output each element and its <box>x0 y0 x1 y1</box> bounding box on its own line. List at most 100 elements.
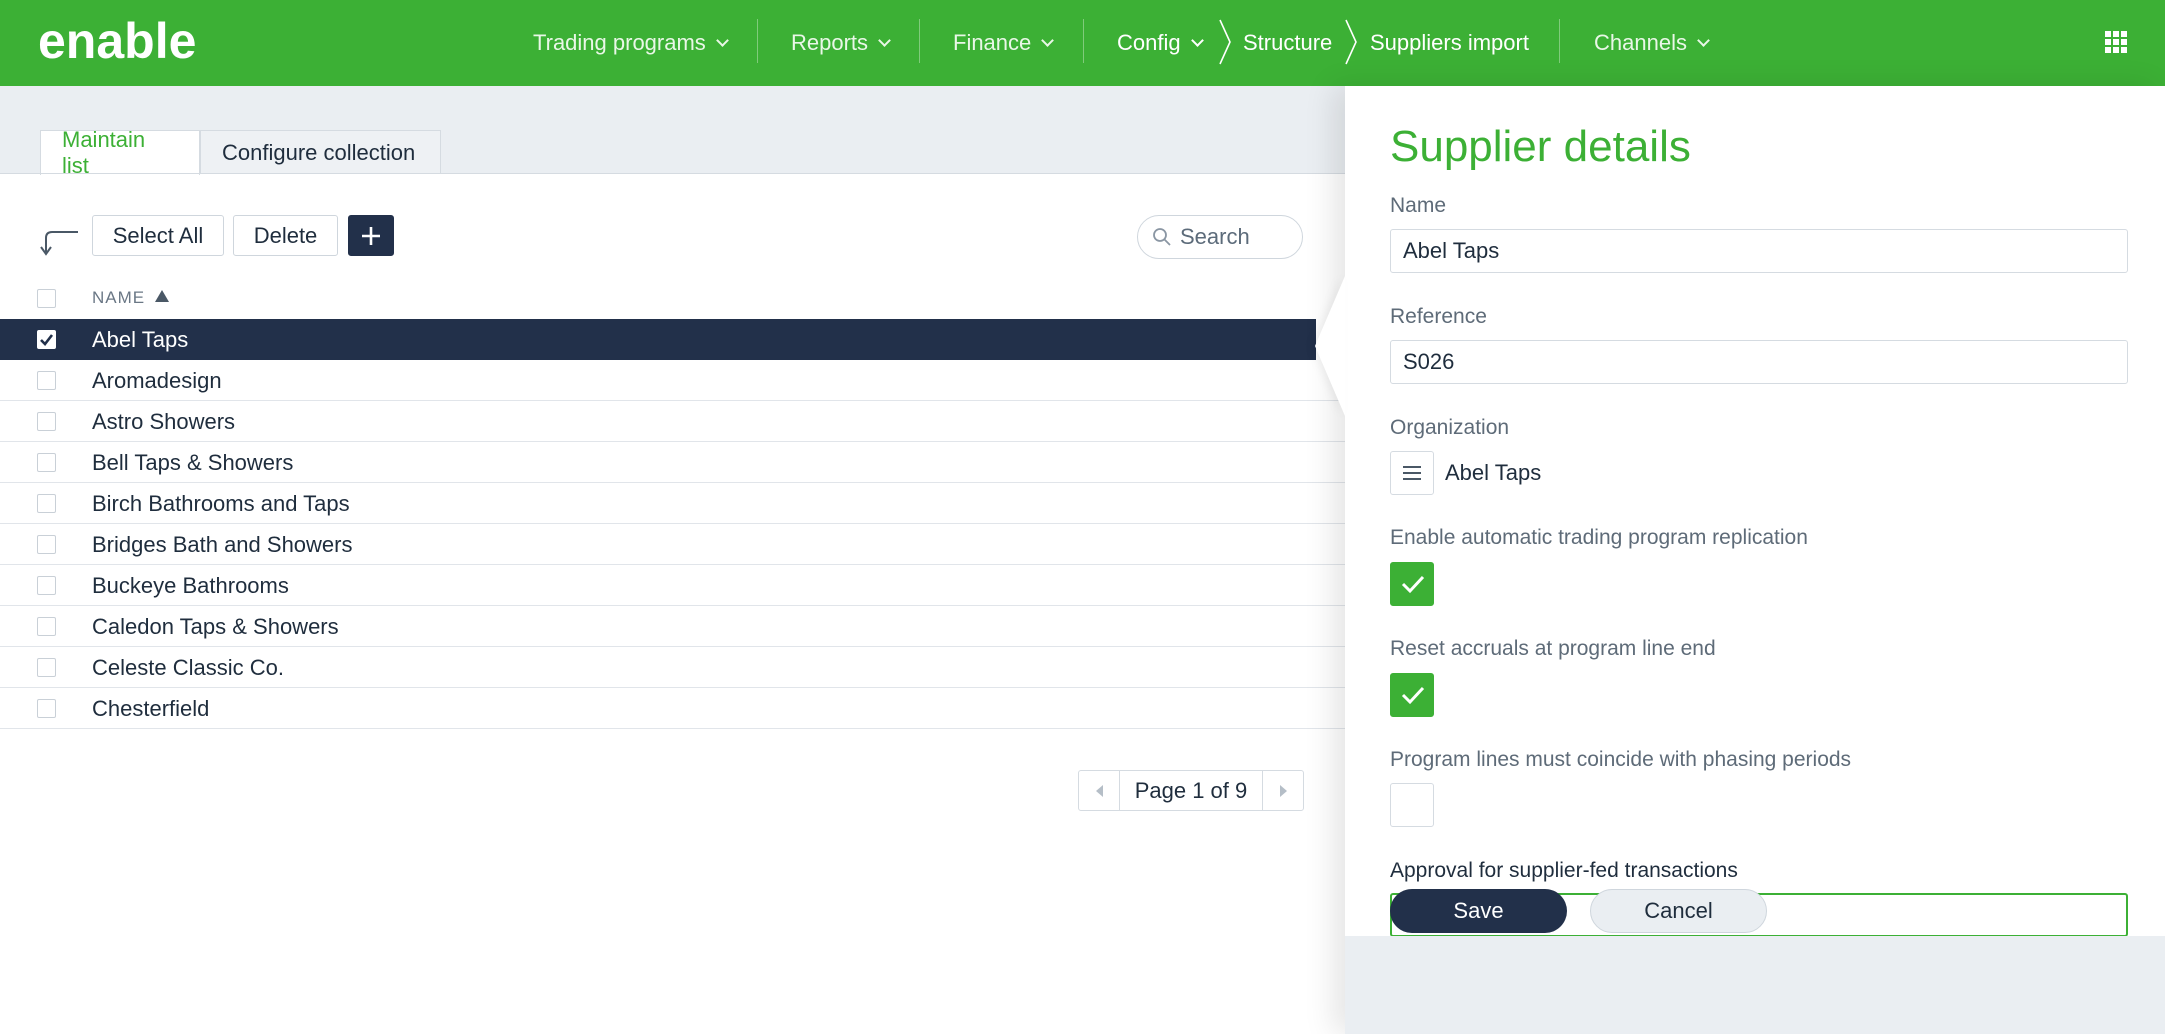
tab-divider <box>0 173 1345 174</box>
table-row[interactable]: Caledon Taps & Showers <box>0 606 1345 647</box>
nav-trading-programs-label: Trading programs <box>533 30 706 55</box>
nav-divider <box>1083 19 1084 63</box>
previous-page-button[interactable] <box>1079 771 1119 810</box>
search-box[interactable] <box>1137 215 1303 259</box>
replication-label: Enable automatic trading program replica… <box>1390 526 1808 549</box>
organization-picker-button[interactable] <box>1390 451 1434 495</box>
breadcrumb-separator-icon <box>1345 19 1357 65</box>
row-checkbox[interactable] <box>37 371 56 390</box>
tab-maintain-list[interactable]: Maintain list <box>40 127 200 178</box>
row-name: Birch Bathrooms and Taps <box>92 491 350 516</box>
back-arrow-icon[interactable] <box>38 228 82 258</box>
row-name: Chesterfield <box>92 696 210 721</box>
column-header-name-label: NAME <box>92 288 146 307</box>
table-row[interactable]: Aromadesign <box>0 360 1345 401</box>
row-name: Bridges Bath and Showers <box>92 532 353 557</box>
breadcrumb-structure-label: Structure <box>1243 30 1333 55</box>
nav-reports-label: Reports <box>791 30 869 55</box>
nav-config-label: Config <box>1117 30 1181 55</box>
nav-divider <box>919 19 920 63</box>
name-field[interactable] <box>1390 229 2128 273</box>
chevron-down-icon <box>1697 33 1710 47</box>
row-checkbox[interactable] <box>37 535 56 554</box>
breadcrumb-suppliers-import: Suppliers import <box>1370 0 1529 86</box>
chevron-down-icon <box>1190 33 1204 47</box>
chevron-down-icon <box>878 33 891 47</box>
select-all-button[interactable]: Select All <box>92 215 224 256</box>
row-name: Caledon Taps & Showers <box>92 614 339 639</box>
row-checkbox[interactable] <box>37 576 56 595</box>
nav-config[interactable]: Config <box>1117 0 1204 86</box>
checkmark-icon <box>1401 575 1425 594</box>
save-button[interactable]: Save <box>1390 889 1567 933</box>
cancel-button[interactable]: Cancel <box>1590 889 1767 933</box>
chevron-down-icon <box>715 33 729 47</box>
row-checkbox[interactable] <box>37 453 56 472</box>
nav-finance[interactable]: Finance <box>953 0 1055 86</box>
search-input[interactable] <box>1180 224 1290 250</box>
breadcrumb-suppliers-import-label: Suppliers import <box>1370 30 1529 55</box>
replication-checkbox[interactable] <box>1390 562 1434 606</box>
panel-notch <box>1315 276 1345 416</box>
plus-icon <box>362 226 380 245</box>
select-all-checkbox[interactable] <box>37 289 56 308</box>
nav-channels-label: Channels <box>1594 30 1687 55</box>
next-page-button[interactable] <box>1263 771 1303 810</box>
row-name: Celeste Classic Co. <box>92 655 284 680</box>
nav-reports[interactable]: Reports <box>791 0 891 86</box>
row-name: Bell Taps & Showers <box>92 450 294 475</box>
reset-accruals-checkbox[interactable] <box>1390 673 1434 717</box>
row-checkbox[interactable] <box>37 617 56 636</box>
table-row[interactable]: Astro Showers <box>0 401 1345 442</box>
reset-accruals-label: Reset accruals at program line end <box>1390 637 1716 660</box>
approval-label: Approval for supplier-fed transactions <box>1390 859 1738 882</box>
menu-icon <box>1403 466 1421 468</box>
table-row[interactable]: Chesterfield <box>0 688 1345 729</box>
add-button[interactable] <box>348 215 394 256</box>
column-header-name[interactable]: NAME <box>92 288 170 308</box>
row-name: Aromadesign <box>92 368 222 393</box>
table-row[interactable]: Bridges Bath and Showers <box>0 524 1345 565</box>
row-checkbox[interactable] <box>37 494 56 513</box>
enable-logo[interactable]: enable <box>38 14 250 68</box>
row-checkbox[interactable] <box>37 412 56 431</box>
phasing-periods-checkbox[interactable] <box>1390 783 1434 827</box>
nav-channels[interactable]: Channels <box>1594 0 1710 86</box>
name-label: Name <box>1390 194 1447 217</box>
nav-finance-label: Finance <box>953 30 1032 55</box>
table-row[interactable]: Birch Bathrooms and Taps <box>0 483 1345 524</box>
top-navigation-bar: enable Trading programs Reports Finance … <box>0 0 2165 86</box>
reference-field[interactable] <box>1390 340 2128 384</box>
table-row[interactable]: Bell Taps & Showers <box>0 442 1345 483</box>
caret-left-icon <box>1095 784 1103 797</box>
apps-grid-icon[interactable] <box>2105 31 2127 53</box>
row-checkbox[interactable] <box>37 330 56 349</box>
row-checkbox[interactable] <box>37 699 56 718</box>
checkmark-icon <box>1401 686 1425 705</box>
organization-label: Organization <box>1390 416 1510 439</box>
pagination: Page 1 of 9 <box>1078 770 1304 811</box>
table-row[interactable]: Buckeye Bathrooms <box>0 565 1345 606</box>
checkmark-icon <box>40 334 54 346</box>
tab-configure-collection[interactable]: Configure collection <box>200 130 441 174</box>
table-header: NAME <box>0 280 1345 318</box>
panel-title: Supplier details <box>1390 122 1691 171</box>
breadcrumb-separator-icon <box>1219 19 1231 65</box>
breadcrumb-structure[interactable]: Structure <box>1243 0 1332 86</box>
table-row[interactable]: Celeste Classic Co. <box>0 647 1345 688</box>
table-row[interactable]: Abel Taps <box>0 319 1316 360</box>
row-name: Abel Taps <box>92 327 189 352</box>
nav-divider <box>757 19 758 63</box>
row-name: Buckeye Bathrooms <box>92 573 289 598</box>
row-name: Astro Showers <box>92 409 236 434</box>
caret-right-icon <box>1279 784 1287 797</box>
phasing-periods-label: Program lines must coincide with phasing… <box>1390 748 1852 771</box>
page-indicator: Page 1 of 9 <box>1119 771 1263 810</box>
sort-ascending-icon <box>155 290 170 302</box>
chevron-down-icon <box>1041 33 1055 47</box>
organization-value: Abel Taps <box>1445 460 1542 485</box>
panel-footer <box>1345 936 2165 1034</box>
row-checkbox[interactable] <box>37 658 56 677</box>
nav-trading-programs[interactable]: Trading programs <box>533 0 729 86</box>
delete-button[interactable]: Delete <box>233 215 338 256</box>
